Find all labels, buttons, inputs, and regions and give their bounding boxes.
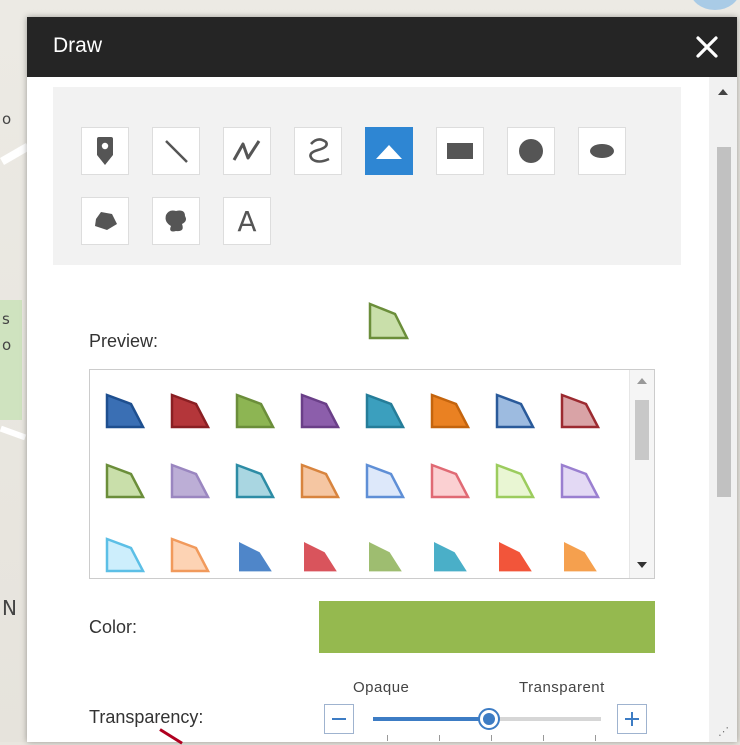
- circle-icon[interactable]: [507, 127, 555, 175]
- symbol-swatch[interactable]: [299, 392, 341, 430]
- gallery-scroll-thumb[interactable]: [635, 400, 649, 460]
- resize-grip-icon[interactable]: ⋰: [718, 725, 729, 738]
- preview-symbol: [368, 302, 410, 340]
- slider-tick: [387, 735, 388, 741]
- symbol-swatch[interactable]: [234, 462, 276, 500]
- symbol-swatch[interactable]: [364, 462, 406, 500]
- symbol-swatch[interactable]: [429, 462, 471, 500]
- opaque-label: Opaque: [353, 679, 410, 696]
- transparency-slider-handle[interactable]: [478, 708, 501, 730]
- transparency-label: Transparency:: [89, 707, 204, 727]
- symbol-swatch[interactable]: [169, 536, 211, 574]
- panel-scrollbar[interactable]: ⋰: [709, 77, 737, 742]
- polyline-icon[interactable]: [223, 127, 271, 175]
- symbol-swatch[interactable]: [364, 392, 406, 430]
- color-picker[interactable]: [319, 601, 655, 653]
- close-icon[interactable]: [691, 31, 723, 63]
- draw-panel: Draw A Preview: Color: Opaque Transparen…: [27, 17, 737, 742]
- minus-icon[interactable]: [324, 704, 354, 734]
- symbol-swatch[interactable]: [368, 542, 402, 572]
- triangle-icon[interactable]: [365, 127, 413, 175]
- symbol-swatch[interactable]: [169, 462, 211, 500]
- panel-scroll-up-icon[interactable]: [718, 89, 728, 95]
- gallery-scroll-up-icon[interactable]: [637, 378, 647, 384]
- symbol-swatch[interactable]: [494, 462, 536, 500]
- transparency-slider-fill: [373, 717, 490, 721]
- symbol-swatch[interactable]: [559, 462, 601, 500]
- text-tool-label: A: [237, 204, 257, 238]
- symbol-swatch[interactable]: [104, 392, 146, 430]
- symbol-swatch[interactable]: [303, 542, 337, 572]
- slider-tick: [439, 735, 440, 741]
- rectangle-icon[interactable]: [436, 127, 484, 175]
- symbol-swatch[interactable]: [104, 462, 146, 500]
- symbol-gallery: [89, 369, 655, 579]
- symbol-swatch[interactable]: [299, 462, 341, 500]
- symbol-swatch[interactable]: [104, 536, 146, 574]
- color-label: Color:: [89, 617, 138, 637]
- slider-tick: [543, 735, 544, 741]
- symbol-swatch[interactable]: [498, 542, 532, 572]
- freehand-line-icon[interactable]: [294, 127, 342, 175]
- symbol-swatch[interactable]: [238, 542, 272, 572]
- symbol-swatch[interactable]: [559, 392, 601, 430]
- title-bar: Draw: [27, 17, 737, 77]
- panel-title: Draw: [53, 34, 103, 57]
- draw-tools: A: [53, 87, 681, 265]
- map-pin-icon[interactable]: [81, 127, 129, 175]
- gallery-scroll-down-icon[interactable]: [637, 562, 647, 568]
- slider-tick: [491, 735, 492, 741]
- plus-icon[interactable]: [617, 704, 647, 734]
- symbol-swatch[interactable]: [429, 392, 471, 430]
- symbol-swatch[interactable]: [563, 542, 597, 572]
- gallery-scrollbar[interactable]: [629, 370, 654, 578]
- panel-scroll-thumb[interactable]: [717, 147, 731, 497]
- symbol-swatch[interactable]: [433, 542, 467, 572]
- symbol-swatch[interactable]: [169, 392, 211, 430]
- transparent-label: Transparent: [519, 679, 605, 696]
- preview-label: Preview:: [89, 331, 159, 351]
- freehand-polygon-icon[interactable]: [152, 197, 200, 245]
- slider-tick: [595, 735, 596, 741]
- polygon-icon[interactable]: [81, 197, 129, 245]
- ellipse-icon[interactable]: [578, 127, 626, 175]
- text-icon[interactable]: A: [223, 197, 271, 245]
- symbol-swatch[interactable]: [494, 392, 536, 430]
- line-icon[interactable]: [152, 127, 200, 175]
- panel-content: A Preview: Color: Opaque Transparent Tra…: [27, 77, 709, 742]
- symbol-swatch[interactable]: [234, 392, 276, 430]
